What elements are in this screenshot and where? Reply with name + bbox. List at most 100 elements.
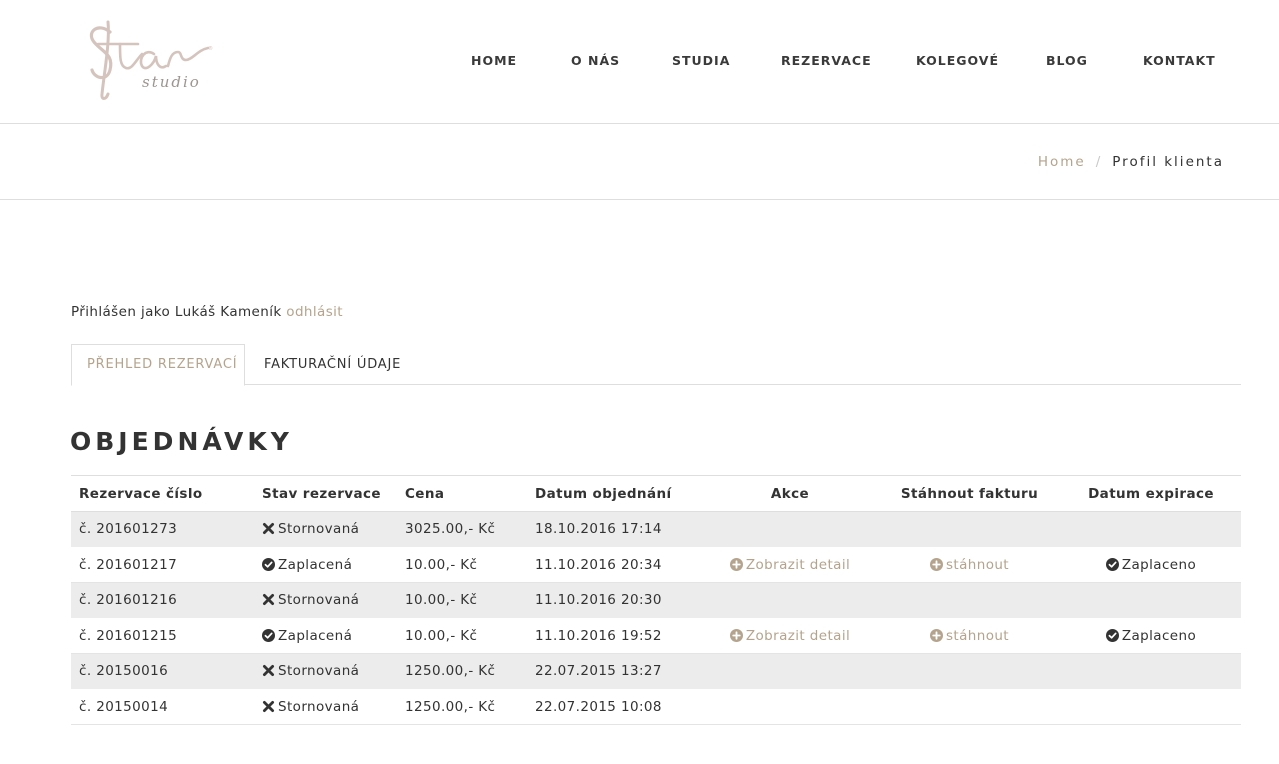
order-price: 1250.00,- Kč <box>405 698 496 715</box>
order-date-cell: 11.10.2016 20:34 <box>527 546 702 583</box>
order-date: 18.10.2016 17:14 <box>535 521 662 538</box>
order-price: 10.00,- Kč <box>405 627 478 644</box>
order-expiry-cell <box>1061 511 1241 548</box>
orders-heading: OBJEDNÁVKY <box>70 427 293 456</box>
column-header-expiry: Datum expirace <box>1061 475 1241 512</box>
table-row: č. 20150016 Stornovaná 1250.00,- Kč 22.07.2… <box>71 653 1241 690</box>
order-price: 3025.00,- Kč <box>405 521 496 538</box>
order-status: Stornovaná <box>278 698 360 715</box>
table-row: č. 20150014 Stornovaná 1250.00,- Kč 22.07.2… <box>71 688 1241 725</box>
order-expiry: Zaplaceno <box>1121 627 1197 644</box>
order-status-cell: Zaplacená <box>254 617 397 654</box>
order-action-cell <box>702 688 878 725</box>
plus-circle-icon <box>729 628 743 642</box>
check-circle-icon <box>262 557 275 571</box>
order-expiry-cell <box>1061 582 1241 619</box>
logged-in-status: Přihlášen jako Lukáš Kameník odhlásit <box>71 304 343 320</box>
logout-link[interactable]: odhlásit <box>286 304 343 320</box>
order-status: Zaplacená <box>278 627 353 644</box>
logged-in-label: Přihlášen jako Lukáš Kameník <box>71 304 282 320</box>
order-price-cell: 3025.00,- Kč <box>397 511 527 548</box>
order-price-cell: 10.00,- Kč <box>397 582 527 619</box>
order-invoice-cell: stáhnout <box>878 617 1061 654</box>
order-status-cell: Zaplacená <box>254 546 397 583</box>
order-number-cell: č. 201601215 <box>71 617 254 654</box>
column-header-invoice: Stáhnout fakturu <box>878 475 1061 512</box>
order-status-cell: Stornovaná <box>254 688 397 725</box>
order-number: č. 201601215 <box>79 627 178 644</box>
order-expiry-cell <box>1061 653 1241 690</box>
nav-o-nas[interactable]: O NÁS <box>571 53 620 68</box>
breadcrumb-bar: Home / Profil klienta <box>0 124 1279 200</box>
profile-tabs: PŘEHLED REZERVACÍ FAKTURAČNÍ ÚDAJE <box>71 344 1241 386</box>
order-price-cell: 10.00,- Kč <box>397 617 527 654</box>
order-status: Stornovaná <box>278 592 360 609</box>
order-number-cell: č. 20150016 <box>71 653 254 690</box>
show-detail-label: Zobrazit detail <box>745 627 851 644</box>
order-status-cell: Stornovaná <box>254 653 397 690</box>
show-detail-link[interactable]: Zobrazit detail <box>729 627 851 644</box>
order-date: 22.07.2015 13:27 <box>535 663 662 680</box>
order-price: 10.00,- Kč <box>405 556 478 573</box>
order-invoice-cell <box>878 653 1061 690</box>
show-detail-link[interactable]: Zobrazit detail <box>729 556 851 573</box>
table-row: č. 201601217 Zaplacená 10.00,- Kč 11.10.201… <box>71 546 1241 583</box>
orders-table: Rezervace číslo Stav rezervace Cena Datu… <box>71 475 1241 725</box>
breadcrumb-current: Profil klienta <box>1112 154 1224 170</box>
show-detail-label: Zobrazit detail <box>745 556 851 573</box>
column-header-date: Datum objednání <box>527 475 702 512</box>
nav-home[interactable]: HOME <box>471 53 517 68</box>
order-price: 10.00,- Kč <box>405 592 478 609</box>
order-status: Stornovaná <box>278 521 360 538</box>
order-date: 11.10.2016 19:52 <box>535 627 662 644</box>
order-number-cell: č. 20150014 <box>71 688 254 725</box>
check-circle-icon <box>262 628 275 642</box>
order-number-cell: č. 201601273 <box>71 511 254 548</box>
order-date-cell: 11.10.2016 19:52 <box>527 617 702 654</box>
times-icon <box>262 664 275 677</box>
order-date-cell: 11.10.2016 20:30 <box>527 582 702 619</box>
order-date: 11.10.2016 20:34 <box>535 556 662 573</box>
breadcrumb-home-link[interactable]: Home <box>1038 154 1086 170</box>
times-icon <box>262 700 275 713</box>
site-header: ® studio HOME O NÁS STUDIA REZERVACE KOL… <box>0 0 1279 124</box>
table-row: č. 201601215 Zaplacená 10.00,- Kč 11.10.201… <box>71 617 1241 654</box>
times-icon <box>262 593 275 606</box>
order-status-cell: Stornovaná <box>254 511 397 548</box>
order-number: č. 201601217 <box>79 556 178 573</box>
table-header-row: Rezervace číslo Stav rezervace Cena Datu… <box>71 475 1241 512</box>
table-row: č. 201601273 Stornovaná 3025.00,- Kč 18.10.… <box>71 511 1241 548</box>
column-header-number: Rezervace číslo <box>71 475 254 512</box>
order-invoice-cell <box>878 688 1061 725</box>
logo-subtitle: studio <box>142 73 201 91</box>
main-navigation: HOME O NÁS STUDIA REZERVACE KOLEGOVÉ BLO… <box>0 53 1279 71</box>
download-invoice-label: stáhnout <box>945 627 1010 644</box>
check-circle-icon <box>1105 628 1119 642</box>
column-header-status: Stav rezervace <box>254 475 397 512</box>
tab-fakturacni-udaje[interactable]: FAKTURAČNÍ ÚDAJE <box>248 344 417 385</box>
download-invoice-label: stáhnout <box>945 556 1010 573</box>
nav-blog[interactable]: BLOG <box>1046 53 1088 68</box>
breadcrumb: Home / Profil klienta <box>1038 154 1224 170</box>
order-action-cell: Zobrazit detail <box>702 546 878 583</box>
order-expiry: Zaplaceno <box>1121 556 1197 573</box>
order-date: 11.10.2016 20:30 <box>535 592 662 609</box>
column-header-action: Akce <box>702 475 878 512</box>
order-action-cell: Zobrazit detail <box>702 617 878 654</box>
tab-prehled-rezervaci[interactable]: PŘEHLED REZERVACÍ <box>71 344 245 386</box>
order-number: č. 201601273 <box>79 521 178 538</box>
order-expiry-cell: Zaplaceno <box>1061 617 1241 654</box>
nav-kontakt[interactable]: KONTAKT <box>1143 53 1216 68</box>
nav-studia[interactable]: STUDIA <box>672 53 730 68</box>
nav-kolegove[interactable]: KOLEGOVÉ <box>916 53 999 68</box>
order-expiry-cell <box>1061 688 1241 725</box>
order-action-cell <box>702 653 878 690</box>
order-action-cell <box>702 582 878 619</box>
download-invoice-link[interactable]: stáhnout <box>929 556 1010 573</box>
order-invoice-cell: stáhnout <box>878 546 1061 583</box>
download-invoice-link[interactable]: stáhnout <box>929 627 1010 644</box>
order-date: 22.07.2015 10:08 <box>535 698 662 715</box>
plus-circle-icon <box>929 628 943 642</box>
check-circle-icon <box>1105 557 1119 571</box>
nav-rezervace[interactable]: REZERVACE <box>781 53 872 68</box>
